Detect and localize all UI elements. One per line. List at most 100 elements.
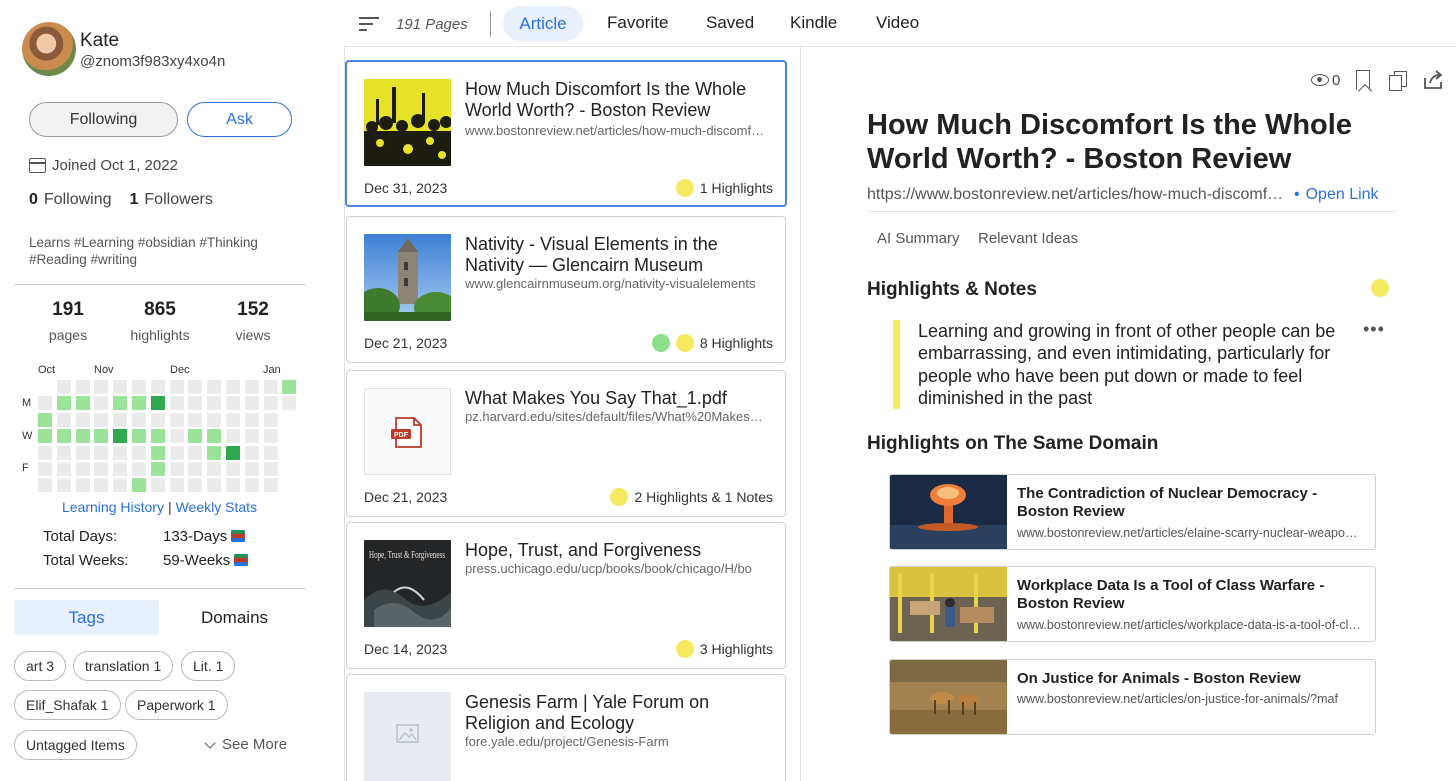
heatmap-cell[interactable] — [56, 478, 71, 493]
heatmap-cell[interactable] — [150, 396, 165, 411]
heatmap-cell[interactable] — [169, 462, 184, 476]
heatmap-cell[interactable] — [132, 396, 146, 411]
tag-chip-paperwork[interactable]: Paperwork 1 — [125, 690, 228, 720]
heatmap-cell[interactable] — [132, 478, 146, 493]
tag-chip-lit[interactable]: Lit. 1 — [181, 651, 236, 681]
heatmap-cell[interactable] — [150, 445, 165, 460]
heatmap-cell[interactable] — [150, 478, 165, 493]
heatmap-cell[interactable] — [150, 412, 165, 427]
heatmap-cell[interactable] — [56, 412, 71, 427]
heatmap-cell[interactable] — [169, 412, 184, 427]
heatmap-cell[interactable] — [282, 380, 297, 394]
heatmap-cell[interactable] — [207, 445, 222, 460]
heatmap-cell[interactable] — [188, 380, 203, 394]
share-icon[interactable] — [1423, 70, 1445, 90]
heatmap-cell[interactable] — [132, 462, 146, 476]
filter-icon[interactable] — [359, 16, 379, 32]
open-link[interactable]: • Open Link — [1294, 186, 1379, 204]
heatmap-cell[interactable] — [75, 445, 90, 460]
heatmap-cell[interactable] — [188, 478, 203, 493]
more-options-icon[interactable]: ••• — [1363, 319, 1385, 340]
heatmap-cell[interactable] — [56, 462, 71, 476]
tab-article[interactable]: Article — [503, 6, 583, 41]
heatmap-cell[interactable] — [56, 380, 71, 394]
heatmap-cell[interactable] — [207, 396, 222, 411]
heatmap-cell[interactable] — [150, 429, 165, 444]
heatmap-cell[interactable] — [113, 396, 128, 411]
heatmap-cell[interactable] — [56, 429, 71, 444]
see-more-button[interactable]: See More — [204, 736, 287, 753]
copy-icon[interactable] — [1389, 71, 1407, 91]
heatmap-cell[interactable] — [38, 462, 52, 476]
related-article-card[interactable]: Workplace Data Is a Tool of Class Warfar… — [889, 566, 1376, 642]
tab-domains[interactable]: Domains — [162, 600, 307, 635]
heatmap-cell[interactable] — [244, 380, 259, 394]
article-card[interactable]: How Much Discomfort Is the Whole World W… — [345, 60, 787, 207]
heatmap-cell[interactable] — [263, 396, 278, 411]
heatmap-cell[interactable] — [94, 462, 109, 476]
heatmap-cell[interactable] — [75, 462, 90, 476]
heatmap-cell[interactable] — [226, 396, 240, 411]
heatmap-cell[interactable] — [94, 380, 109, 394]
article-card[interactable]: Hope, Trust & Forgiveness Hope, Trust, a… — [346, 522, 786, 669]
heatmap-cell[interactable] — [38, 429, 52, 444]
heatmap-cell[interactable] — [263, 412, 278, 427]
weekly-stats-link[interactable]: Weekly Stats — [176, 499, 257, 515]
heatmap-cell[interactable] — [207, 412, 222, 427]
heatmap-cell[interactable] — [244, 462, 259, 476]
heatmap-cell[interactable] — [94, 396, 109, 411]
heatmap-cell[interactable] — [113, 429, 128, 444]
ask-button[interactable]: Ask — [187, 102, 292, 137]
heatmap-cell[interactable] — [207, 478, 222, 493]
heatmap-cell[interactable] — [150, 462, 165, 476]
heatmap-cell[interactable] — [188, 429, 203, 444]
heatmap-cell[interactable] — [188, 462, 203, 476]
heatmap-cell[interactable] — [169, 396, 184, 411]
heatmap-cell[interactable] — [169, 380, 184, 394]
heatmap-cell[interactable] — [75, 478, 90, 493]
heatmap-cell[interactable] — [263, 429, 278, 444]
heatmap-cell[interactable] — [132, 412, 146, 427]
following-button[interactable]: Following — [29, 102, 178, 137]
heatmap-cell[interactable] — [169, 478, 184, 493]
article-card[interactable]: Genesis Farm | Yale Forum on Religion an… — [346, 674, 786, 781]
heatmap-cell[interactable] — [226, 429, 240, 444]
tab-kindle[interactable]: Kindle — [790, 13, 837, 33]
heatmap-cell[interactable] — [226, 412, 240, 427]
heatmap-cell[interactable] — [94, 445, 109, 460]
tag-chip-art[interactable]: art 3 — [14, 651, 67, 681]
heatmap-cell[interactable] — [38, 445, 52, 460]
heatmap-cell[interactable] — [188, 412, 203, 427]
heatmap-cell[interactable] — [113, 462, 128, 476]
heatmap-cell[interactable] — [75, 396, 90, 411]
related-article-card[interactable]: On Justice for Animals - Boston Review w… — [889, 659, 1376, 735]
heatmap-cell[interactable] — [244, 412, 259, 427]
heatmap-cell[interactable] — [132, 445, 146, 460]
heatmap-cell[interactable] — [226, 478, 240, 493]
heatmap-cell[interactable] — [132, 380, 146, 394]
heatmap-cell[interactable] — [113, 445, 128, 460]
heatmap-cell[interactable] — [113, 478, 128, 493]
heatmap-cell[interactable] — [169, 445, 184, 460]
avatar[interactable] — [22, 22, 76, 76]
heatmap-cell[interactable] — [244, 396, 259, 411]
bookmark-icon[interactable] — [1356, 70, 1370, 90]
related-article-card[interactable]: The Contradiction of Nuclear Democracy -… — [889, 474, 1376, 550]
tab-favorite[interactable]: Favorite — [607, 13, 668, 33]
heatmap-cell[interactable] — [94, 478, 109, 493]
tab-ai-summary[interactable]: AI Summary — [877, 230, 960, 247]
heatmap-cell[interactable] — [244, 478, 259, 493]
tag-chip-translation[interactable]: translation 1 — [73, 651, 174, 681]
followers-stat[interactable]: 1 Followers — [130, 191, 213, 209]
heatmap-cell[interactable] — [282, 396, 297, 411]
heatmap-cell[interactable] — [94, 429, 109, 444]
heatmap-cell[interactable] — [263, 445, 278, 460]
heatmap-cell[interactable] — [226, 462, 240, 476]
highlight-text[interactable]: Learning and growing in front of other p… — [918, 320, 1338, 409]
heatmap-cell[interactable] — [244, 429, 259, 444]
heatmap-cell[interactable] — [169, 429, 184, 444]
heatmap-cell[interactable] — [38, 478, 52, 493]
tab-video[interactable]: Video — [876, 13, 919, 33]
heatmap-cell[interactable] — [38, 412, 52, 427]
heatmap-cell[interactable] — [56, 445, 71, 460]
